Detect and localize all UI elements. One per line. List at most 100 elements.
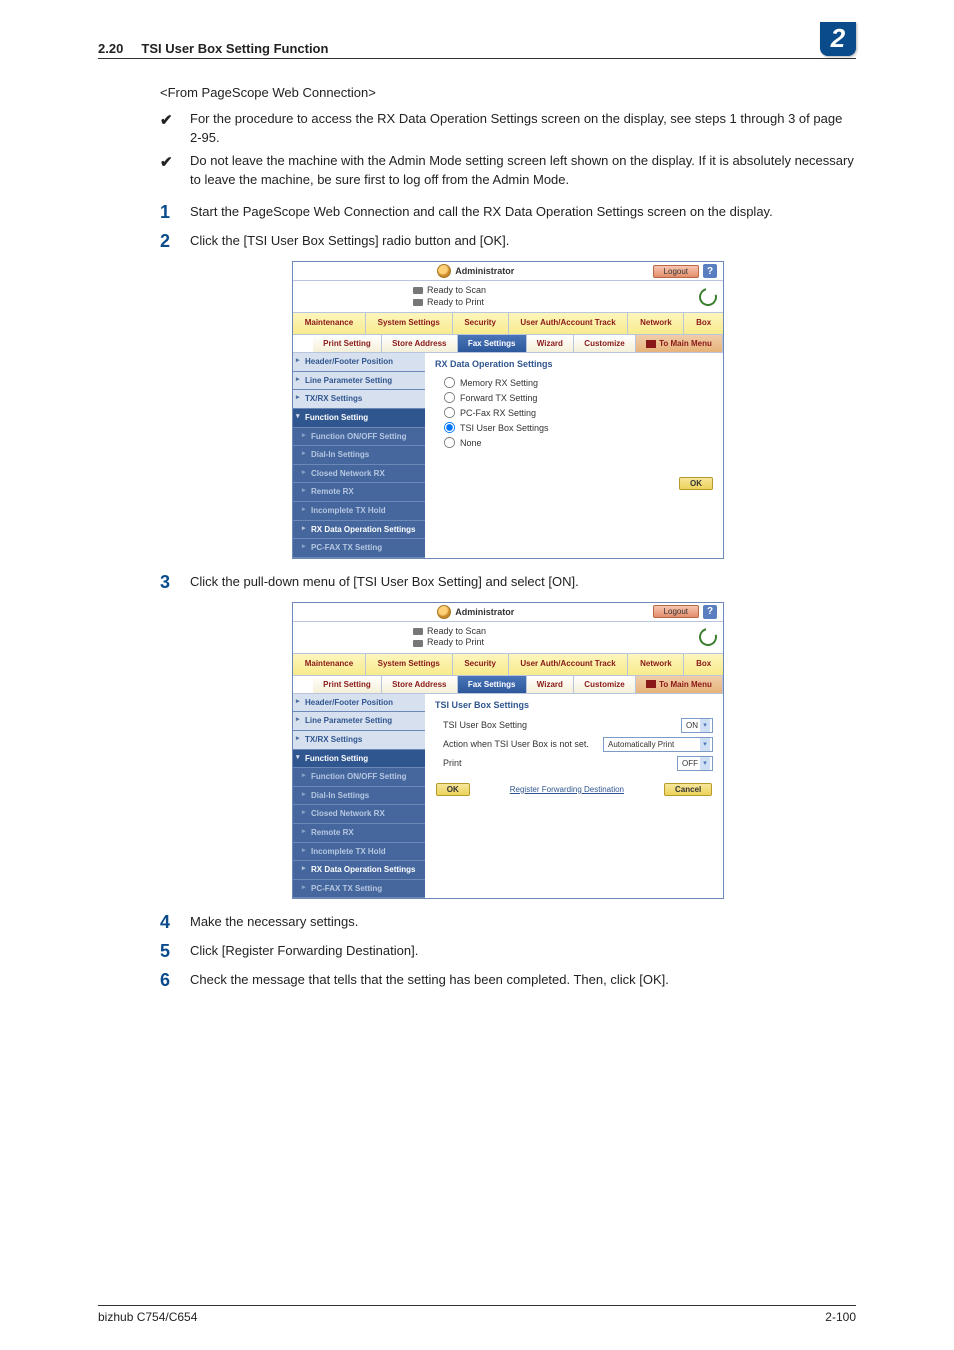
side-function-setting[interactable]: Function Setting bbox=[293, 409, 425, 428]
side-pcfax-tx[interactable]: PC-FAX TX Setting bbox=[293, 880, 425, 899]
sub-tabs: Print Setting Store Address Fax Settings… bbox=[293, 676, 723, 694]
side-function-setting[interactable]: Function Setting bbox=[293, 750, 425, 769]
side-incomplete-tx[interactable]: Incomplete TX Hold bbox=[293, 502, 425, 521]
subtab-store-address[interactable]: Store Address bbox=[382, 335, 458, 352]
subtab-customize[interactable]: Customize bbox=[574, 676, 636, 693]
pane-title: RX Data Operation Settings bbox=[435, 359, 713, 369]
cancel-button[interactable]: Cancel bbox=[664, 783, 712, 796]
section-title: TSI User Box Setting Function bbox=[141, 41, 328, 56]
radio-label: TSI User Box Settings bbox=[460, 423, 549, 433]
step-list-cont2: 4 Make the necessary settings. 5 Click [… bbox=[160, 913, 856, 990]
status-print-text: Ready to Print bbox=[427, 637, 484, 649]
refresh-icon[interactable] bbox=[696, 625, 721, 650]
printer-icon bbox=[413, 299, 423, 306]
ok-button[interactable]: OK bbox=[436, 783, 470, 796]
radio-input[interactable] bbox=[444, 377, 455, 388]
radio-label: Forward TX Setting bbox=[460, 393, 537, 403]
tab-maintenance[interactable]: Maintenance bbox=[293, 313, 366, 334]
side-remote-rx[interactable]: Remote RX bbox=[293, 483, 425, 502]
tab-security[interactable]: Security bbox=[453, 313, 509, 334]
pane-title: TSI User Box Settings bbox=[435, 700, 713, 710]
logout-button[interactable]: Logout bbox=[653, 265, 699, 278]
side-remote-rx[interactable]: Remote RX bbox=[293, 824, 425, 843]
side-txrx-settings[interactable]: TX/RX Settings bbox=[293, 731, 425, 750]
side-line-parameter[interactable]: Line Parameter Setting bbox=[293, 712, 425, 731]
side-function-onoff[interactable]: Function ON/OFF Setting bbox=[293, 768, 425, 787]
step-text: Click the pull-down menu of [TSI User Bo… bbox=[190, 573, 579, 592]
field-action-not-set: Action when TSI User Box is not set. Aut… bbox=[435, 735, 713, 754]
tab-user-auth[interactable]: User Auth/Account Track bbox=[509, 313, 629, 334]
scanner-icon bbox=[413, 628, 423, 635]
radio-forward-tx[interactable]: Forward TX Setting bbox=[435, 390, 713, 405]
field-tsi-setting: TSI User Box Setting ON bbox=[435, 716, 713, 735]
main-pane: RX Data Operation Settings Memory RX Set… bbox=[425, 353, 723, 558]
subtab-fax-settings[interactable]: Fax Settings bbox=[458, 335, 527, 352]
admin-label: Administrator bbox=[455, 266, 514, 276]
register-forwarding-link[interactable]: Register Forwarding Destination bbox=[510, 785, 624, 794]
radio-none[interactable]: None bbox=[435, 435, 713, 450]
check-item: ✔ Do not leave the machine with the Admi… bbox=[160, 152, 856, 190]
side-rx-data-operation[interactable]: RX Data Operation Settings bbox=[293, 861, 425, 880]
footer-model: bizhub C754/C654 bbox=[98, 1310, 197, 1324]
tab-security[interactable]: Security bbox=[453, 654, 509, 675]
refresh-icon[interactable] bbox=[696, 284, 721, 309]
subtab-to-main-menu[interactable]: To Main Menu bbox=[636, 676, 723, 693]
subtab-fax-settings[interactable]: Fax Settings bbox=[458, 676, 527, 693]
help-icon[interactable]: ? bbox=[703, 605, 717, 619]
tab-box[interactable]: Box bbox=[684, 313, 723, 334]
subtab-print-setting[interactable]: Print Setting bbox=[313, 335, 382, 352]
status-bar: Ready to Scan Ready to Print bbox=[293, 281, 723, 313]
side-incomplete-tx[interactable]: Incomplete TX Hold bbox=[293, 843, 425, 862]
subtab-customize[interactable]: Customize bbox=[574, 335, 636, 352]
tab-box[interactable]: Box bbox=[684, 654, 723, 675]
admin-label: Administrator bbox=[455, 607, 514, 617]
tomain-label: To Main Menu bbox=[659, 339, 712, 348]
step-text: Check the message that tells that the se… bbox=[190, 971, 669, 990]
radio-pcfax-rx[interactable]: PC-Fax RX Setting bbox=[435, 405, 713, 420]
scanner-icon bbox=[413, 287, 423, 294]
side-closed-network[interactable]: Closed Network RX bbox=[293, 465, 425, 484]
radio-input[interactable] bbox=[444, 422, 455, 433]
side-pcfax-tx[interactable]: PC-FAX TX Setting bbox=[293, 539, 425, 558]
status-scan-text: Ready to Scan bbox=[427, 626, 486, 638]
select-print[interactable]: OFF bbox=[677, 756, 713, 771]
shot-body: Header/Footer Position Line Parameter Se… bbox=[293, 353, 723, 558]
tab-maintenance[interactable]: Maintenance bbox=[293, 654, 366, 675]
select-action[interactable]: Automatically Print bbox=[603, 737, 713, 752]
side-dial-in[interactable]: Dial-In Settings bbox=[293, 787, 425, 806]
radio-input[interactable] bbox=[444, 437, 455, 448]
radio-input[interactable] bbox=[444, 392, 455, 403]
select-tsi-onoff[interactable]: ON bbox=[681, 718, 713, 733]
side-header-footer[interactable]: Header/Footer Position bbox=[293, 694, 425, 713]
logout-button[interactable]: Logout bbox=[653, 605, 699, 618]
page-footer: bizhub C754/C654 2-100 bbox=[98, 1305, 856, 1324]
subtab-store-address[interactable]: Store Address bbox=[382, 676, 458, 693]
tab-network[interactable]: Network bbox=[628, 313, 684, 334]
subtab-wizard[interactable]: Wizard bbox=[527, 676, 575, 693]
subtab-wizard[interactable]: Wizard bbox=[527, 335, 575, 352]
side-closed-network[interactable]: Closed Network RX bbox=[293, 805, 425, 824]
ok-button[interactable]: OK bbox=[679, 477, 713, 490]
side-rx-data-operation[interactable]: RX Data Operation Settings bbox=[293, 521, 425, 540]
subtab-to-main-menu[interactable]: To Main Menu bbox=[636, 335, 723, 352]
radio-tsi-user-box[interactable]: TSI User Box Settings bbox=[435, 420, 713, 435]
step-text: Make the necessary settings. bbox=[190, 913, 358, 932]
side-dial-in[interactable]: Dial-In Settings bbox=[293, 446, 425, 465]
tab-network[interactable]: Network bbox=[628, 654, 684, 675]
page-content: <From PageScope Web Connection> ✔ For th… bbox=[160, 85, 856, 1000]
subtab-print-setting[interactable]: Print Setting bbox=[313, 676, 382, 693]
side-line-parameter[interactable]: Line Parameter Setting bbox=[293, 372, 425, 391]
check-item: ✔ For the procedure to access the RX Dat… bbox=[160, 110, 856, 148]
help-icon[interactable]: ? bbox=[703, 264, 717, 278]
side-header-footer[interactable]: Header/Footer Position bbox=[293, 353, 425, 372]
radio-memory-rx[interactable]: Memory RX Setting bbox=[435, 375, 713, 390]
main-pane: TSI User Box Settings TSI User Box Setti… bbox=[425, 694, 723, 899]
radio-input[interactable] bbox=[444, 407, 455, 418]
sub-tabs: Print Setting Store Address Fax Settings… bbox=[293, 335, 723, 353]
tab-user-auth[interactable]: User Auth/Account Track bbox=[509, 654, 629, 675]
chapter-badge: 2 bbox=[820, 22, 856, 56]
side-function-onoff[interactable]: Function ON/OFF Setting bbox=[293, 428, 425, 447]
tab-system-settings[interactable]: System Settings bbox=[366, 654, 453, 675]
tab-system-settings[interactable]: System Settings bbox=[366, 313, 453, 334]
side-txrx-settings[interactable]: TX/RX Settings bbox=[293, 390, 425, 409]
